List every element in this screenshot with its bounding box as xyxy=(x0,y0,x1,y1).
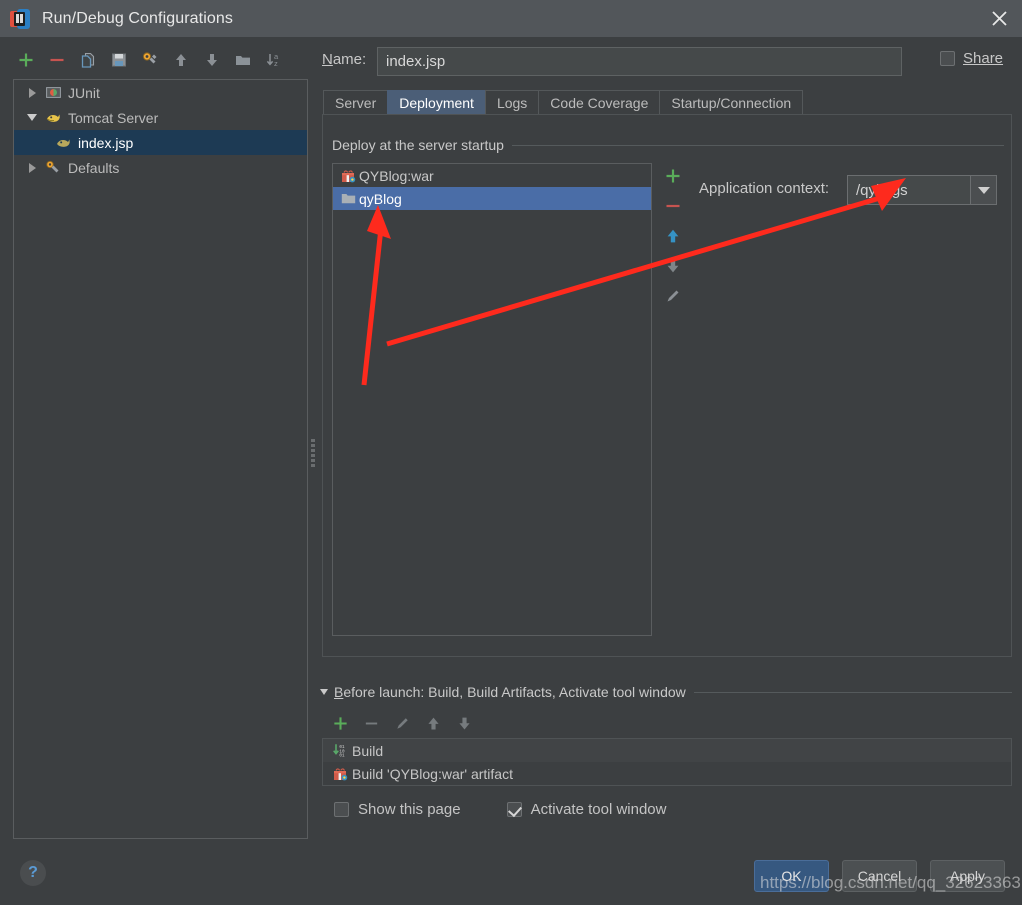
share-checkbox-group[interactable]: Share xyxy=(940,50,1003,67)
before-launch-rest: efore launch: Build, Build Artifacts, Ac… xyxy=(343,684,686,700)
arrow-up-icon[interactable] xyxy=(165,45,196,75)
deploy-section-title: Deploy at the server startup xyxy=(332,137,504,153)
show-this-page-group[interactable]: Show this page xyxy=(334,801,461,818)
show-this-page-checkbox[interactable] xyxy=(334,802,349,817)
list-item[interactable]: 01 10 01 Build xyxy=(323,739,1011,762)
run-debug-configurations-dialog: Run/Debug Configurations a z JUnit Tomca… xyxy=(0,0,1022,905)
show-this-page-label: Show this page xyxy=(358,801,461,818)
configuration-tabs: Server Deployment Logs Code Coverage Sta… xyxy=(323,90,804,115)
panel-splitter-handle[interactable] xyxy=(308,432,318,474)
tab-code-coverage[interactable]: Code Coverage xyxy=(538,90,661,115)
before-launch-mnemonic: B xyxy=(334,684,344,700)
configurations-tree[interactable]: JUnit Tomcat Server index.jsp Defaults xyxy=(13,79,308,839)
minus-icon[interactable] xyxy=(41,45,72,75)
configurations-toolbar: a z xyxy=(10,43,308,77)
copy-icon[interactable] xyxy=(72,45,103,75)
chevron-down-icon[interactable] xyxy=(970,176,996,204)
activate-tool-window-label: Activate tool window xyxy=(530,801,667,818)
add-task-button[interactable] xyxy=(325,708,356,738)
svg-text:01: 01 xyxy=(339,754,345,758)
add-artifact-button[interactable] xyxy=(659,161,687,191)
move-artifact-down-button xyxy=(659,251,687,281)
list-item[interactable]: qyBlog xyxy=(333,187,651,210)
tab-deployment[interactable]: Deployment xyxy=(387,90,486,115)
tree-item-label: Tomcat Server xyxy=(68,109,159,126)
list-item[interactable]: Build 'QYBlog:war' artifact xyxy=(323,762,1011,785)
tree-item-index-jsp[interactable]: index.jsp xyxy=(14,130,307,155)
share-label: Share xyxy=(963,50,1004,67)
section-divider xyxy=(693,691,1012,693)
intellij-idea-icon xyxy=(10,8,30,29)
watermark-text: https://blog.csdn.net/qq_32623363 xyxy=(760,873,1021,892)
before-launch-tasks-list[interactable]: 01 10 01 Build Build 'QYBlog:war' artifa… xyxy=(322,738,1012,786)
expander-collapsed-icon[interactable] xyxy=(22,162,42,173)
edit-artifact-button xyxy=(659,281,687,311)
tree-item-label: JUnit xyxy=(68,84,100,101)
remove-task-button xyxy=(356,708,387,738)
wrench-icon[interactable] xyxy=(134,45,165,75)
activate-tool-window-checkbox[interactable] xyxy=(506,802,522,817)
application-context-label: Application context: xyxy=(699,180,830,197)
task-move-down-button xyxy=(449,708,480,738)
list-item-label: QYBlog:war xyxy=(359,167,434,184)
title-bar: Run/Debug Configurations xyxy=(0,0,1022,37)
tomcat-icon xyxy=(42,110,64,125)
before-launch-title: Before launch: Build, Build Artifacts, A… xyxy=(334,684,686,700)
list-item-label: qyBlog xyxy=(359,190,402,207)
svg-text:z: z xyxy=(274,59,278,68)
deployment-list-toolbar xyxy=(659,161,687,311)
tree-item-label: index.jsp xyxy=(78,134,134,151)
share-checkbox[interactable] xyxy=(940,51,955,66)
folder-icon xyxy=(338,192,359,205)
before-launch-header[interactable]: Before launch: Build, Build Artifacts, A… xyxy=(320,683,1012,701)
arrow-down-icon[interactable] xyxy=(196,45,227,75)
artifact-war-icon xyxy=(338,168,359,183)
before-launch-options: Show this page Activate tool window xyxy=(334,801,666,818)
name-label-mnemonic: N xyxy=(322,51,333,68)
folder-icon[interactable] xyxy=(227,45,258,75)
name-input[interactable] xyxy=(377,47,902,76)
application-context-value[interactable]: /qyimgs xyxy=(848,182,970,199)
tree-item-junit[interactable]: JUnit xyxy=(14,80,307,105)
list-item-label: Build 'QYBlog:war' artifact xyxy=(352,765,513,782)
application-context-row: Application context: /qyimgs xyxy=(699,175,1004,205)
expander-collapsed-icon[interactable] xyxy=(22,87,42,98)
list-item-label: Build xyxy=(352,742,384,759)
tab-logs[interactable]: Logs xyxy=(484,90,540,115)
application-context-combo[interactable]: /qyimgs xyxy=(847,175,997,205)
save-icon[interactable] xyxy=(103,45,134,75)
move-artifact-up-button[interactable] xyxy=(659,221,687,251)
junit-icon xyxy=(42,85,64,100)
deploy-section-header: Deploy at the server startup xyxy=(332,136,1004,154)
before-launch-toolbar xyxy=(325,708,480,738)
name-label: Name: xyxy=(322,51,366,68)
tab-server[interactable]: Server xyxy=(323,90,389,115)
help-button[interactable]: ? xyxy=(20,860,46,886)
plus-icon[interactable] xyxy=(10,45,41,75)
close-icon[interactable] xyxy=(976,0,1022,37)
expander-expanded-icon[interactable] xyxy=(22,114,42,121)
edit-task-button xyxy=(387,708,418,738)
build-icon: 01 10 01 xyxy=(329,743,352,758)
tab-startup-connection[interactable]: Startup/Connection xyxy=(659,90,804,115)
tree-item-label: Defaults xyxy=(68,159,120,176)
window-title: Run/Debug Configurations xyxy=(42,9,233,27)
name-row: Name: Share xyxy=(322,47,1012,77)
artifact-war-icon xyxy=(329,766,352,781)
tree-item-tomcat-server[interactable]: Tomcat Server xyxy=(14,105,307,130)
sort-az-icon[interactable]: a z xyxy=(258,45,289,75)
activate-tool-window-group[interactable]: Activate tool window xyxy=(506,801,667,818)
list-item[interactable]: QYBlog:war xyxy=(333,164,651,187)
deployment-panel: Deploy at the server startup QYBlog:war … xyxy=(322,114,1012,657)
tree-item-defaults[interactable]: Defaults xyxy=(14,155,307,180)
tomcat-icon xyxy=(52,135,74,150)
expander-expanded-icon[interactable] xyxy=(320,689,328,695)
task-move-up-button xyxy=(418,708,449,738)
defaults-icon xyxy=(42,160,64,175)
name-label-rest: ame: xyxy=(332,51,367,68)
deployment-artifacts-list[interactable]: QYBlog:war qyBlog xyxy=(332,163,652,636)
section-divider xyxy=(511,144,1004,146)
remove-artifact-button[interactable] xyxy=(659,191,687,221)
